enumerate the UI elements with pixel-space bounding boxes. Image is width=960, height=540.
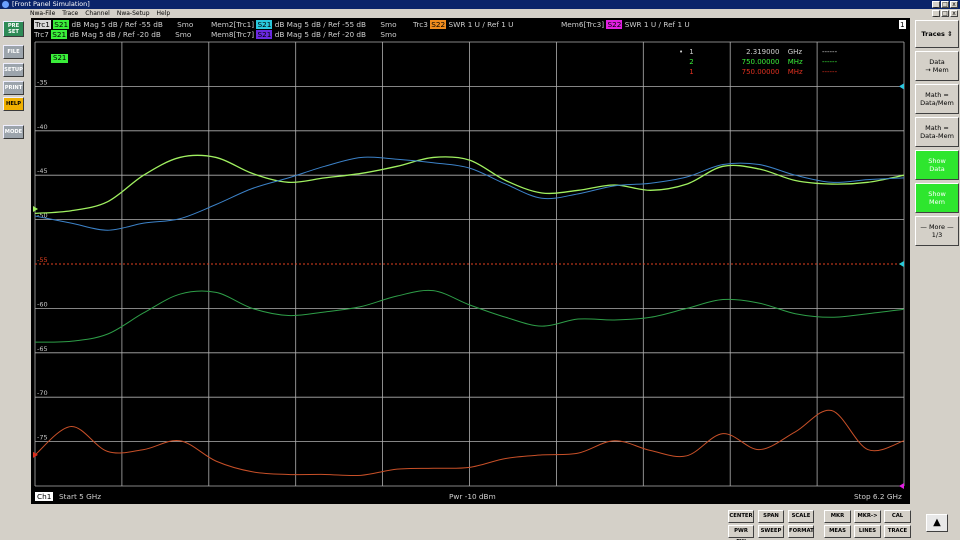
- sweep-key[interactable]: SWEEP: [758, 525, 784, 538]
- pwr-bw-key[interactable]: PWR BW: [728, 525, 754, 540]
- softkey-math-data-minus-mem[interactable]: Math = Data-Mem: [915, 117, 959, 147]
- menu-bar: Nwa-File Trace Channel Nwa-Setup Help _ …: [0, 9, 960, 18]
- y-tick-label: -70: [37, 389, 48, 397]
- center-key[interactable]: CENTER: [728, 510, 754, 523]
- app-icon: [2, 1, 9, 8]
- menu-nwa-file[interactable]: Nwa-File: [30, 9, 55, 18]
- title-bar: [Front Panel Simulation] _ □ x: [0, 0, 960, 9]
- y-tick-label: -55: [37, 256, 48, 264]
- y-tick-label: -60: [37, 300, 48, 308]
- softkey-show-mem[interactable]: Show Mem: [915, 183, 959, 213]
- menu-channel[interactable]: Channel: [85, 9, 110, 18]
- softkey-show-data[interactable]: Show Data: [915, 150, 959, 180]
- maximize-button[interactable]: □: [941, 1, 949, 8]
- softkey-math-data-div-mem[interactable]: Math = Data/Mem: [915, 84, 959, 114]
- meas-key[interactable]: MEAS: [824, 525, 851, 538]
- start-frequency[interactable]: Start 5 GHz: [59, 492, 101, 501]
- setup-button[interactable]: SETUP: [3, 63, 24, 77]
- y-tick-label: -75: [37, 434, 48, 442]
- softkey-data-to-mem[interactable]: Data → Mem: [915, 51, 959, 81]
- scale-key[interactable]: SCALE: [788, 510, 814, 523]
- y-tick-label: -45: [37, 167, 48, 175]
- preset-button[interactable]: PRE SET: [3, 21, 24, 37]
- sub-minimize-button[interactable]: _: [932, 10, 940, 17]
- mkr-to-key[interactable]: MKR->: [854, 510, 881, 523]
- mode-button[interactable]: MODE: [3, 125, 24, 139]
- softkey-traces[interactable]: Traces ⇕: [915, 20, 959, 48]
- trace-display[interactable]: Trc1 S21 dB Mag 5 dB / Ref -55 dB Smo Me…: [31, 18, 910, 504]
- help-button[interactable]: HELP: [3, 97, 24, 111]
- mkr-key[interactable]: MKR: [824, 510, 851, 523]
- left-button-panel: PRE SET FILE SETUP PRINT HELP MODE: [0, 18, 28, 540]
- cal-key[interactable]: CAL: [884, 510, 911, 523]
- print-button[interactable]: PRINT: [3, 81, 24, 95]
- menu-nwa-setup[interactable]: Nwa-Setup: [117, 9, 150, 18]
- lines-key[interactable]: LINES: [854, 525, 881, 538]
- softkey-more[interactable]: — More —1/3: [915, 216, 959, 246]
- channel-label[interactable]: Ch1: [35, 492, 54, 501]
- stop-frequency[interactable]: Stop 6.2 GHz: [854, 492, 902, 501]
- menu-help[interactable]: Help: [157, 9, 171, 18]
- y-tick-label: -35: [37, 78, 48, 86]
- window-title: [Front Panel Simulation]: [12, 0, 90, 8]
- minimize-button[interactable]: _: [932, 1, 940, 8]
- hardkey-panel: CENTER SPAN SCALE PWR BW SWEEP FORMAT MK…: [0, 504, 913, 540]
- y-tick-label: -40: [37, 123, 48, 131]
- ref-arrow-mem6: [899, 483, 904, 489]
- sub-close-button[interactable]: x: [950, 10, 958, 17]
- source-power[interactable]: Pwr -10 dBm: [449, 492, 496, 501]
- ref-arrow-trc1: [899, 83, 904, 90]
- format-key[interactable]: FORMAT: [788, 525, 814, 538]
- span-key[interactable]: SPAN: [758, 510, 784, 523]
- y-tick-label: -65: [37, 345, 48, 353]
- menu-trace[interactable]: Trace: [62, 9, 78, 18]
- close-button[interactable]: x: [950, 1, 958, 8]
- file-button[interactable]: FILE: [3, 45, 24, 59]
- sub-restore-button[interactable]: □: [941, 10, 949, 17]
- scroll-up-button[interactable]: ▲: [926, 514, 948, 532]
- trace-key[interactable]: TRACE: [884, 525, 911, 538]
- trace-plot[interactable]: -35-40-45-50-55-60-65-70-75: [31, 18, 910, 504]
- softkey-panel: Traces ⇕ Data → Mem Math = Data/Mem Math =…: [913, 18, 960, 540]
- ref-arrow-mem2: [899, 261, 904, 267]
